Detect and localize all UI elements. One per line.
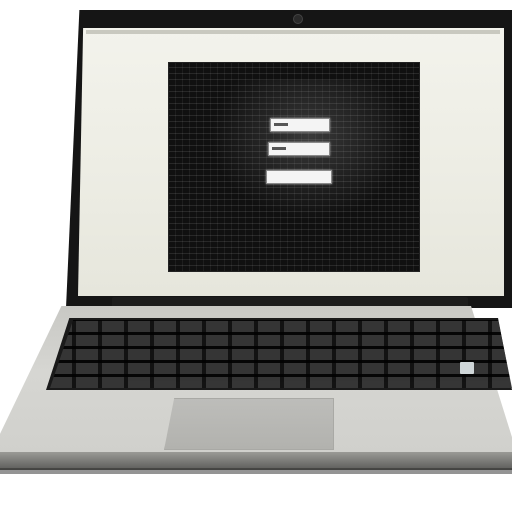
- highlighted-key: [460, 362, 474, 374]
- dialog-box-3: [266, 170, 332, 184]
- trackpad: [164, 398, 334, 450]
- laptop-photo: [0, 0, 512, 512]
- dialog-icon: [274, 123, 288, 126]
- keyboard-keys: [50, 320, 512, 388]
- dialog-box-1: [270, 118, 330, 132]
- laptop-shadow: [0, 468, 512, 474]
- dialog-box-2: [268, 142, 330, 156]
- dialog-icon: [272, 147, 286, 150]
- screen-menubar: [86, 30, 500, 34]
- webcam-icon: [293, 14, 303, 24]
